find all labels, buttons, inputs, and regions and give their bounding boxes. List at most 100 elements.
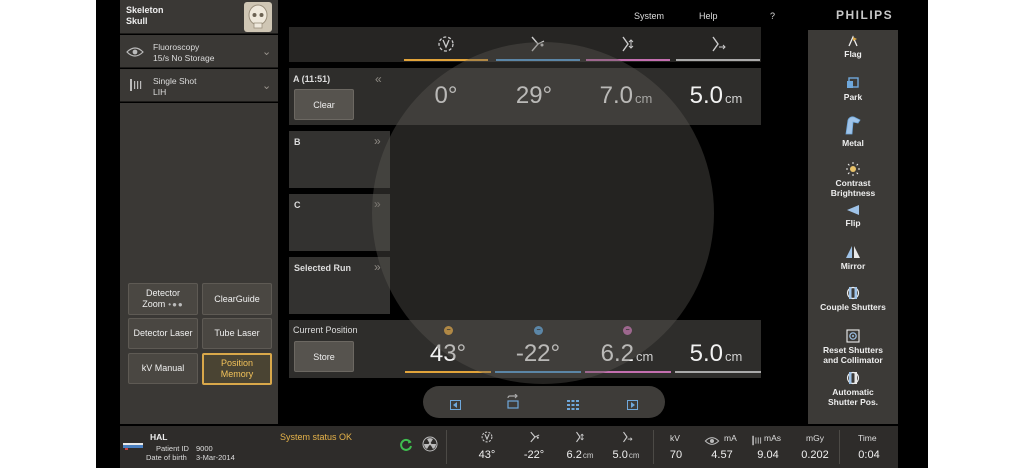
grid-icon[interactable] bbox=[567, 397, 579, 415]
park-tool[interactable]: Park bbox=[808, 76, 898, 102]
protocol-title: Skeleton bbox=[126, 5, 164, 15]
automatic-shutter-tool[interactable]: Automatic Shutter Pos. bbox=[808, 371, 898, 407]
detector-laser-button[interactable]: Detector Laser bbox=[128, 318, 198, 349]
angulation-indicator-icon: − bbox=[534, 326, 543, 335]
axis-header-rotation bbox=[402, 27, 490, 61]
menu-help[interactable]: Help bbox=[699, 11, 718, 21]
eye-icon bbox=[126, 45, 144, 63]
patient-name: HAL bbox=[150, 432, 168, 442]
mas-label: mAs bbox=[764, 433, 781, 443]
chevrons-right-icon: » bbox=[374, 134, 381, 148]
current-height-value: 6.2 cm bbox=[600, 340, 654, 367]
current-distance-value: 5.0 cm bbox=[689, 340, 743, 367]
flip-tool[interactable]: Flip bbox=[808, 204, 898, 228]
rotation-indicator-icon: − bbox=[444, 326, 453, 335]
brand-logo: PHILIPS bbox=[836, 8, 894, 22]
automatic-shutter-icon bbox=[846, 371, 860, 385]
single-shot-icon bbox=[130, 78, 142, 97]
position-b-label: B bbox=[294, 137, 301, 147]
contrast-brightness-icon bbox=[846, 162, 860, 176]
current-position-label: Current Position bbox=[293, 325, 358, 335]
contrast-brightness-tool[interactable]: Contrast Brightness bbox=[808, 162, 898, 198]
kv-manual-button[interactable]: kV Manual bbox=[128, 353, 198, 384]
time-value: 0:04 bbox=[858, 449, 880, 461]
distance-axis-icon bbox=[712, 36, 726, 52]
fluoro-subtitle: 15/s No Storage bbox=[153, 53, 215, 63]
status-bar bbox=[120, 426, 898, 468]
exposure-mode-selector[interactable]: Single Shot LIH ⌄ bbox=[120, 69, 278, 102]
detector-zoom-button[interactable]: Detector Zoom •●● bbox=[128, 283, 198, 315]
patient-id: 9000 bbox=[196, 444, 213, 453]
distance-axis-icon bbox=[620, 430, 634, 449]
zoom-level-dots-icon: •●● bbox=[168, 300, 184, 309]
position-c-slot[interactable]: C » bbox=[289, 194, 390, 251]
chevrons-left-icon[interactable]: « bbox=[375, 72, 382, 86]
position-b-slot[interactable]: B » bbox=[289, 131, 390, 188]
protocol-selector[interactable]: Skeleton Skull bbox=[120, 0, 278, 34]
flag-icon bbox=[848, 35, 858, 47]
a-height-value: 7.0 cm bbox=[599, 82, 653, 109]
rotation-axis-icon bbox=[480, 430, 494, 449]
mirror-icon bbox=[846, 246, 860, 258]
skull-icon bbox=[244, 2, 272, 32]
ma-label: mA bbox=[724, 433, 737, 443]
a-angulation-value: 29° bbox=[515, 82, 553, 109]
shot-title: Single Shot bbox=[153, 76, 197, 86]
mirror-tool[interactable]: Mirror bbox=[808, 245, 898, 271]
flag-tool[interactable]: Flag bbox=[808, 35, 898, 59]
position-memory-button[interactable]: Position Memory bbox=[202, 353, 272, 385]
angulation-axis-icon bbox=[528, 430, 542, 449]
swap-icon[interactable] bbox=[505, 393, 521, 415]
clearguide-button[interactable]: ClearGuide bbox=[202, 283, 272, 315]
angulation-underline bbox=[495, 371, 581, 373]
distance-underline bbox=[675, 371, 761, 373]
height-underline bbox=[585, 371, 671, 373]
height-axis-icon bbox=[573, 430, 587, 449]
flip-icon bbox=[847, 205, 859, 215]
chevrons-right-icon: » bbox=[374, 197, 381, 211]
radiation-icon bbox=[422, 436, 438, 457]
metal-icon bbox=[845, 116, 861, 135]
dob: 3-Mar-2014 bbox=[196, 453, 235, 462]
patient-table-icon bbox=[123, 437, 143, 455]
selected-run-label: Selected Run bbox=[294, 263, 352, 273]
park-icon bbox=[847, 77, 859, 88]
position-memory-label-2: Memory bbox=[220, 369, 254, 379]
menu-system[interactable]: System bbox=[634, 11, 664, 21]
reset-shutters-tool[interactable]: Reset Shutters and Collimator bbox=[808, 329, 898, 365]
chevron-down-icon: ⌄ bbox=[262, 46, 272, 58]
height-axis-icon bbox=[622, 36, 634, 52]
fluoroscopy-selector[interactable]: Fluoroscopy 15/s No Storage ⌄ bbox=[120, 35, 278, 68]
menu-question[interactable]: ? bbox=[770, 11, 775, 21]
a-distance-value: 5.0 cm bbox=[689, 82, 743, 109]
previous-icon[interactable] bbox=[450, 397, 461, 415]
a-rotation-value: 0° bbox=[434, 82, 458, 109]
store-button[interactable]: Store bbox=[294, 341, 354, 372]
chevron-down-icon: ⌄ bbox=[262, 80, 272, 92]
axis-header-angulation bbox=[494, 27, 582, 61]
kv-label: kV bbox=[670, 433, 680, 443]
couple-shutters-tool[interactable]: Couple Shutters bbox=[808, 286, 898, 312]
axis-header-height bbox=[584, 27, 672, 61]
height-indicator-icon: − bbox=[623, 326, 632, 335]
clear-button[interactable]: Clear bbox=[294, 89, 354, 120]
refresh-status-icon bbox=[399, 438, 413, 457]
mgy-label: mGy bbox=[806, 433, 824, 443]
next-icon[interactable] bbox=[627, 397, 638, 415]
reset-shutters-icon bbox=[846, 329, 860, 343]
detector-zoom-label: Detector bbox=[145, 288, 180, 298]
metal-tool[interactable]: Metal bbox=[808, 114, 898, 148]
xray-console-screen: System Help ? PHILIPS Skeleton Skull Flu… bbox=[96, 0, 928, 468]
selected-run-slot[interactable]: Selected Run » bbox=[289, 257, 390, 314]
detector-zoom-label-2: Zoom bbox=[142, 299, 166, 309]
couple-shutters-icon bbox=[846, 286, 860, 300]
tube-laser-button[interactable]: Tube Laser bbox=[202, 318, 272, 349]
position-a-label: A (11:51) bbox=[293, 74, 331, 84]
fluoro-title: Fluoroscopy bbox=[153, 42, 200, 52]
angulation-axis-icon bbox=[531, 36, 545, 52]
rotation-axis-icon bbox=[438, 36, 454, 52]
patient-id-label: Patient ID bbox=[156, 444, 189, 453]
rotation-underline bbox=[405, 371, 491, 373]
position-memory-label-1: Position bbox=[220, 358, 254, 368]
system-status: System status OK bbox=[280, 432, 353, 442]
